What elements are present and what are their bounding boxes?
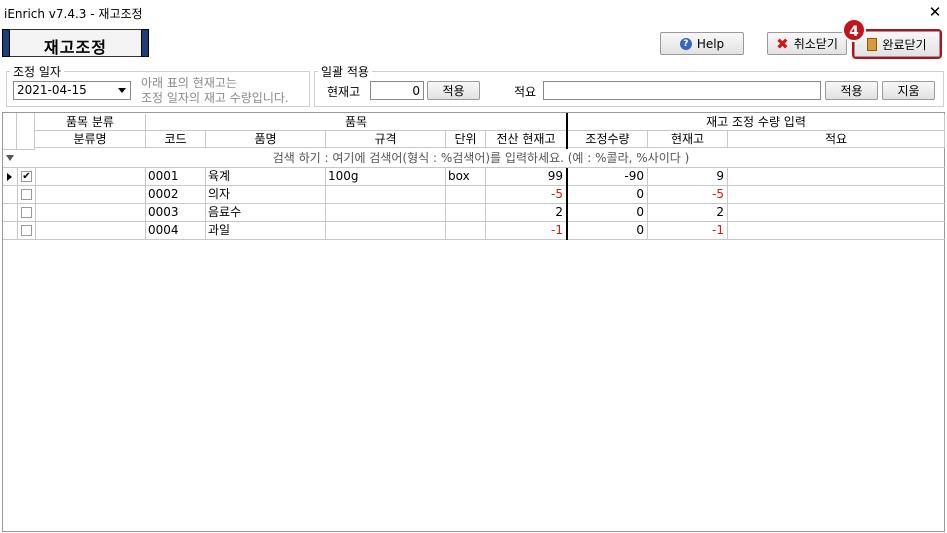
row-checkbox[interactable] bbox=[21, 189, 32, 200]
cancel-x-icon: ✖ bbox=[776, 34, 789, 53]
cell-adjust[interactable]: 0 bbox=[568, 204, 647, 221]
cell-code: 0001 bbox=[148, 169, 179, 183]
cell-current[interactable]: -1 bbox=[648, 222, 727, 239]
help-icon: ? bbox=[679, 37, 692, 50]
row-checkbox[interactable] bbox=[21, 207, 32, 218]
grid-vline bbox=[17, 168, 18, 240]
col-header-adjust[interactable]: 조정수량 bbox=[568, 131, 648, 148]
col-header-code[interactable]: 코드 bbox=[146, 131, 206, 148]
section-divider bbox=[566, 113, 568, 149]
cancel-close-button[interactable]: ✖ 취소닫기 bbox=[767, 32, 847, 55]
erase-button[interactable]: 지움 bbox=[882, 81, 935, 100]
row-checkbox[interactable]: ✔ bbox=[21, 171, 32, 182]
cell-current[interactable]: -5 bbox=[648, 186, 727, 203]
col-header-current[interactable]: 현재고 bbox=[648, 131, 728, 148]
stock-label: 현재고 bbox=[327, 85, 361, 99]
row-checkbox[interactable] bbox=[21, 225, 32, 236]
cell-current[interactable]: 9 bbox=[648, 168, 727, 185]
apply-memo-button[interactable]: 적용 bbox=[825, 81, 878, 100]
date-hint-line2: 조정 일자의 재고 수량입니다. bbox=[141, 91, 289, 105]
check-header bbox=[17, 113, 35, 150]
cell-unit bbox=[446, 222, 485, 239]
date-select[interactable]: 2021-04-15 bbox=[13, 81, 131, 100]
page-title-text: 재고조정 bbox=[44, 38, 107, 57]
grid-vline bbox=[727, 168, 728, 240]
cell-adjust[interactable]: 0 bbox=[568, 186, 647, 203]
col-header-system-stock[interactable]: 전산 현재고 bbox=[486, 131, 567, 148]
cell-unit bbox=[446, 204, 485, 221]
cell-memo[interactable] bbox=[728, 204, 945, 221]
col-header-memo[interactable]: 적요 bbox=[728, 131, 945, 148]
cell-spec bbox=[326, 186, 445, 203]
cell-system-stock: -1 bbox=[551, 223, 563, 237]
grid-vline bbox=[647, 168, 648, 240]
banner-right-bar bbox=[141, 29, 149, 57]
window-title: iEnrich v7.4.3 - 재고조정 bbox=[4, 7, 143, 21]
cell-code: 0003 bbox=[148, 205, 179, 219]
chevron-down-icon bbox=[118, 88, 126, 93]
cell-adjust[interactable]: 0 bbox=[568, 222, 647, 239]
memo-label: 적요 bbox=[514, 85, 537, 99]
cell-system-stock: -5 bbox=[551, 187, 563, 201]
search-hint[interactable]: 검색 하기 : 여기에 검색어(형식 : %검색어)를 입력하세요. (예 : … bbox=[17, 150, 945, 167]
grid-vline bbox=[205, 168, 206, 240]
col-header-spec[interactable]: 규격 bbox=[326, 131, 446, 148]
memo-input[interactable] bbox=[543, 81, 821, 100]
cell-memo[interactable] bbox=[728, 186, 945, 203]
row-pointer-icon bbox=[7, 173, 12, 181]
grid-vline bbox=[325, 168, 326, 240]
cell-adjust[interactable]: -90 bbox=[568, 168, 647, 185]
cell-memo[interactable] bbox=[728, 168, 945, 185]
cell-spec bbox=[326, 204, 445, 221]
col-header-name[interactable]: 품명 bbox=[206, 131, 326, 148]
section-divider bbox=[566, 168, 568, 240]
cell-category bbox=[35, 222, 145, 239]
close-icon[interactable]: ✕ bbox=[926, 3, 944, 21]
done-close-label: 완료닫기 bbox=[882, 37, 927, 52]
group-header-item: 품목 bbox=[146, 114, 567, 131]
col-header-category[interactable]: 분류명 bbox=[35, 131, 146, 148]
group-header-input: 재고 조정 수량 입력 bbox=[568, 114, 945, 131]
cell-unit: box bbox=[448, 169, 470, 183]
cell-code: 0002 bbox=[148, 187, 179, 201]
cell-category bbox=[35, 204, 145, 221]
grid-vline bbox=[145, 168, 146, 240]
date-group-title: 조정 일자 bbox=[10, 63, 64, 80]
cell-spec: 100g bbox=[328, 169, 359, 183]
cell-current[interactable]: 2 bbox=[648, 204, 727, 221]
bulk-group-title: 일괄 적용 bbox=[318, 63, 372, 80]
inventory-grid: 품목 분류 품목 재고 조정 수량 입력 분류명 코드 품명 규격 단위 전산 … bbox=[2, 112, 945, 532]
filter-icon bbox=[6, 155, 14, 161]
cancel-close-label: 취소닫기 bbox=[793, 37, 838, 51]
grid-vline bbox=[485, 168, 486, 240]
cell-category bbox=[35, 186, 145, 203]
grid-vline bbox=[445, 168, 446, 240]
title-bar: iEnrich v7.4.3 - 재고조정 ✕ bbox=[0, 0, 947, 24]
group-header-category: 품목 분류 bbox=[35, 114, 146, 131]
cell-code: 0004 bbox=[148, 223, 179, 237]
stock-input[interactable] bbox=[370, 81, 424, 100]
done-close-button[interactable]: 완료닫기 bbox=[852, 29, 942, 59]
page-title: 재고조정 bbox=[2, 29, 149, 57]
cell-name: 음료수 bbox=[208, 205, 242, 219]
cell-name: 의자 bbox=[208, 187, 231, 201]
cell-spec bbox=[326, 222, 445, 239]
cell-name: 과일 bbox=[208, 223, 231, 237]
date-value: 2021-04-15 bbox=[17, 83, 87, 97]
step-badge: 4 bbox=[842, 18, 866, 42]
apply-stock-button[interactable]: 적용 bbox=[427, 81, 480, 100]
row-indicator-header bbox=[3, 113, 17, 150]
grid-vline bbox=[35, 168, 36, 240]
help-label: Help bbox=[696, 36, 725, 51]
cell-system-stock: 2 bbox=[555, 205, 563, 219]
cell-category bbox=[35, 168, 145, 185]
cell-name: 육계 bbox=[208, 169, 231, 183]
cell-memo[interactable] bbox=[728, 222, 945, 239]
cell-unit bbox=[446, 186, 485, 203]
cell-system-stock: 99 bbox=[547, 169, 563, 183]
help-button[interactable]: ? Help bbox=[660, 32, 744, 55]
door-icon bbox=[867, 37, 878, 51]
col-header-unit[interactable]: 단위 bbox=[446, 131, 486, 148]
